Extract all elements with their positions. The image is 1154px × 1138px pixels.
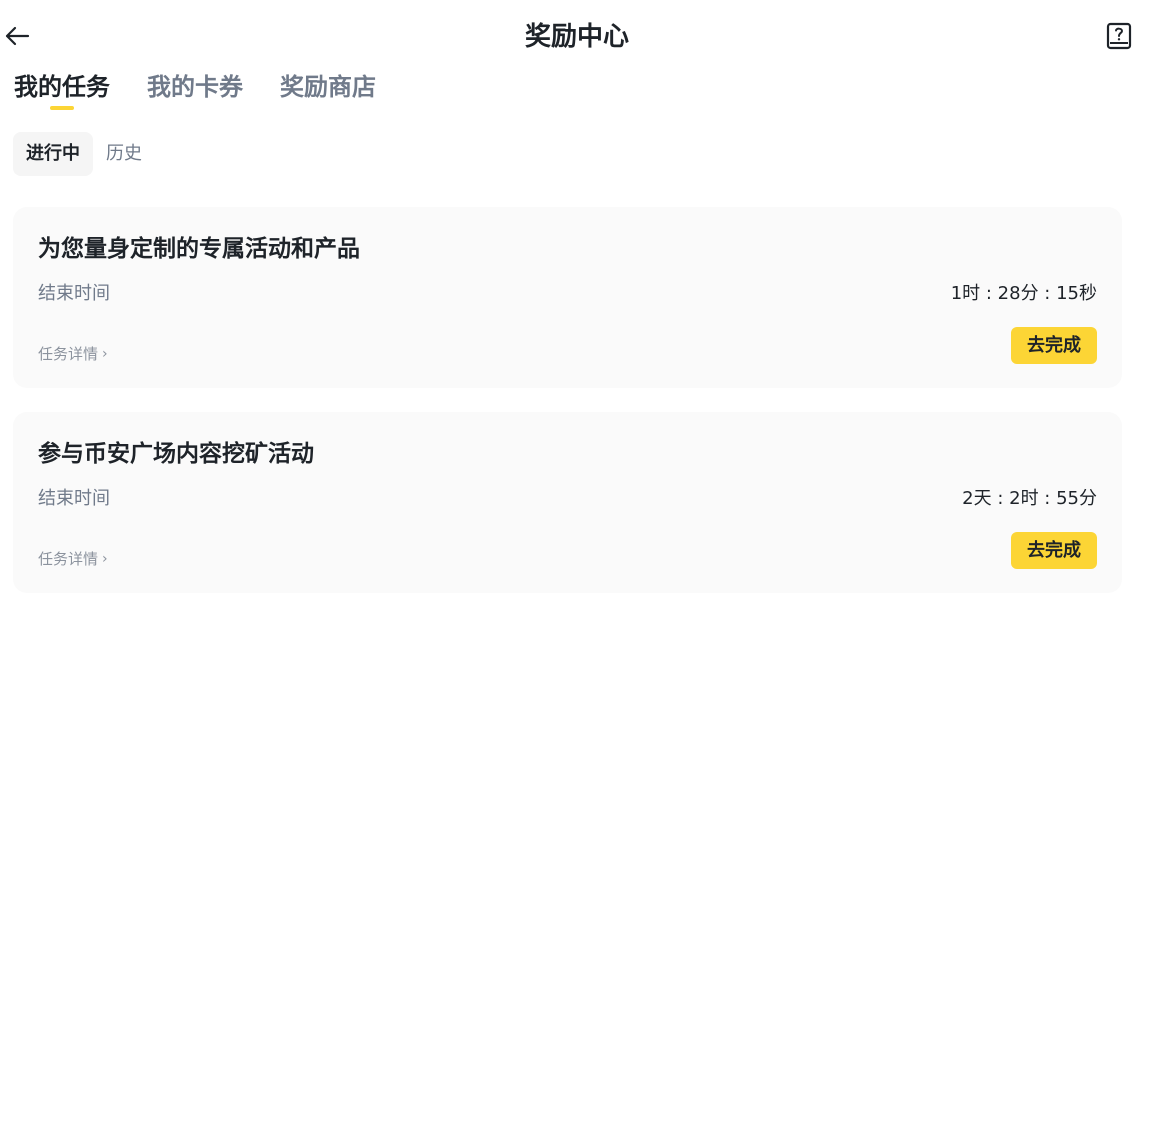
chevron-right-icon: › (102, 551, 108, 567)
task-details-link[interactable]: 任务详情 › (38, 548, 108, 570)
filter-in-progress[interactable]: 进行中 (13, 132, 93, 176)
tab-label: 我的卡券 (147, 73, 243, 101)
task-title: 参与币安广场内容挖矿活动 (38, 441, 314, 467)
end-time-label: 结束时间 (38, 488, 110, 509)
end-time-label: 结束时间 (38, 283, 110, 304)
task-details-label: 任务详情 (38, 550, 99, 568)
complete-task-button[interactable]: 去完成 (1011, 327, 1097, 364)
countdown-timer: 1时 : 28分 : 15秒 (950, 283, 1097, 304)
task-title: 为您量身定制的专属活动和产品 (38, 236, 360, 262)
filter-history[interactable]: 历史 (93, 132, 155, 176)
help-button[interactable] (1104, 20, 1134, 52)
task-card: 参与币安广场内容挖矿活动 结束时间 2天 : 2时 : 55分 任务详情 › 去… (13, 412, 1122, 593)
rewards-center-page: 奖励中心 我的任务 我的卡券 奖励商店 进行中 历史 为您量身定制的专属活动和产… (0, 0, 1154, 1138)
task-details-label: 任务详情 (38, 345, 99, 363)
page-title: 奖励中心 (524, 22, 629, 52)
tab-my-coupons[interactable]: 我的卡券 (147, 70, 243, 116)
active-tab-indicator (50, 106, 74, 110)
status-filter-tabs: 进行中 历史 (13, 132, 155, 176)
tab-reward-shop[interactable]: 奖励商店 (280, 70, 376, 116)
task-list: 为您量身定制的专属活动和产品 结束时间 1时 : 28分 : 15秒 任务详情 … (13, 207, 1122, 617)
chevron-right-icon: › (102, 346, 108, 362)
main-tabs: 我的任务 我的卡券 奖励商店 (14, 70, 413, 116)
complete-task-button[interactable]: 去完成 (1011, 532, 1097, 569)
tab-label: 我的任务 (14, 73, 110, 101)
tab-my-tasks[interactable]: 我的任务 (14, 70, 110, 116)
help-book-icon (1106, 22, 1132, 50)
tab-label: 奖励商店 (280, 73, 376, 101)
countdown-timer: 2天 : 2时 : 55分 (962, 488, 1097, 509)
task-details-link[interactable]: 任务详情 › (38, 343, 108, 365)
task-card: 为您量身定制的专属活动和产品 结束时间 1时 : 28分 : 15秒 任务详情 … (13, 207, 1122, 388)
header: 奖励中心 (0, 0, 1154, 70)
